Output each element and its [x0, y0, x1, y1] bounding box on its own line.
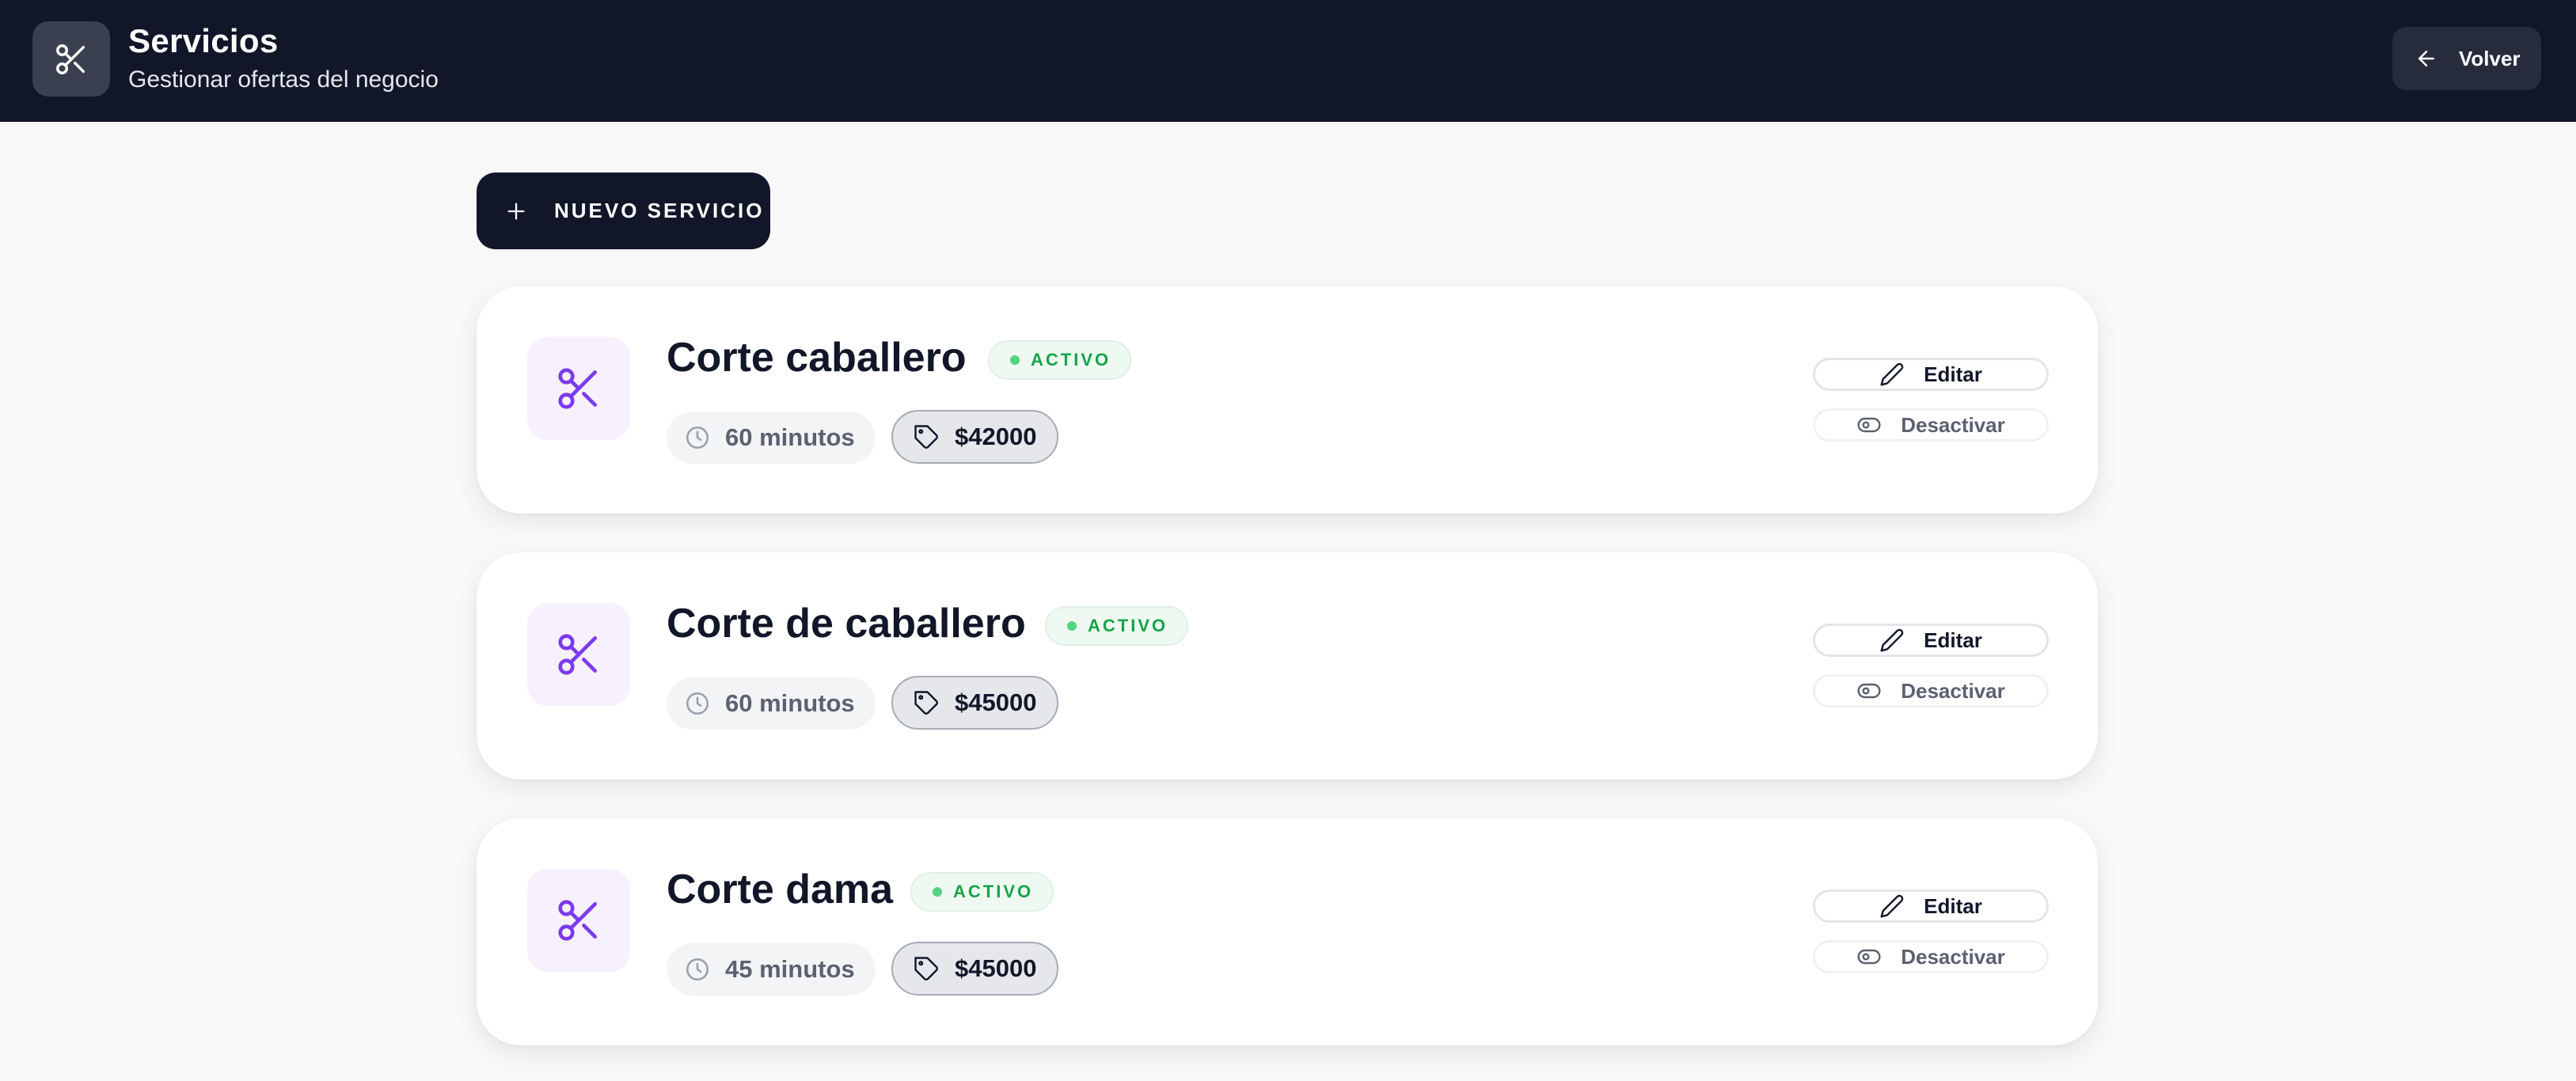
tag-icon: [914, 425, 938, 449]
tag-icon: [914, 957, 938, 980]
edit-button[interactable]: Editar: [1813, 889, 2049, 923]
deactivate-button[interactable]: Desactivar: [1813, 408, 2049, 442]
back-button-label: Volver: [2459, 46, 2521, 70]
page-subtitle: Gestionar ofertas del negocio: [128, 66, 439, 93]
arrow-left-icon: [2418, 51, 2434, 66]
edit-button[interactable]: Editar: [1813, 358, 2049, 391]
clock-icon: [686, 426, 709, 449]
eye-icon: [1857, 683, 1881, 699]
status-label: ACTIVO: [1088, 616, 1168, 635]
duration-value: 45 minutos: [725, 955, 855, 983]
status-dot: [1010, 355, 1020, 365]
deactivate-label: Desactivar: [1901, 944, 2005, 969]
pencil-icon: [1880, 628, 1904, 652]
edit-label: Editar: [1924, 628, 1982, 652]
service-card: Corte dama ACTIVO 45 minutos $45000 Edit…: [477, 818, 2098, 1045]
status-label: ACTIVO: [953, 882, 1034, 901]
edit-button[interactable]: Editar: [1813, 624, 2049, 657]
new-service-button[interactable]: NUEVO SERVICIO: [477, 173, 770, 249]
status-badge: ACTIVO: [910, 872, 1054, 912]
duration-value: 60 minutos: [725, 423, 855, 451]
eye-icon: [1857, 417, 1881, 433]
edit-label: Editar: [1924, 893, 1982, 918]
deactivate-label: Desactivar: [1901, 412, 2005, 437]
deactivate-button[interactable]: Desactivar: [1813, 674, 2049, 707]
status-badge: ACTIVO: [988, 340, 1132, 380]
deactivate-label: Desactivar: [1901, 678, 2005, 703]
service-name: Corte dama: [667, 867, 894, 912]
pencil-icon: [1880, 894, 1904, 918]
clock-icon: [686, 958, 709, 981]
tag-icon: [914, 691, 938, 715]
duration-value: 60 minutos: [725, 689, 855, 717]
service-card: Corte de caballero ACTIVO 60 minutos $45…: [477, 552, 2098, 779]
price-chip: $42000: [891, 410, 1059, 464]
page-title: Servicios: [128, 22, 279, 59]
scissors-icon: [527, 337, 630, 440]
status-label: ACTIVO: [1031, 350, 1111, 370]
top-bar: Servicios Gestionar ofertas del negocio …: [0, 0, 2576, 122]
price-chip: $45000: [891, 676, 1059, 730]
price-chip: $45000: [891, 942, 1059, 996]
edit-label: Editar: [1924, 362, 1982, 386]
plus-icon: [507, 203, 525, 219]
service-name: Corte de caballero: [667, 601, 1026, 647]
scissors-icon: [527, 603, 630, 706]
new-service-label: NUEVO SERVICIO: [554, 199, 765, 222]
service-name: Corte caballero: [667, 335, 967, 381]
back-button[interactable]: Volver: [2392, 27, 2541, 90]
app-scissors-icon: [32, 21, 110, 97]
duration-chip: 45 minutos: [667, 943, 876, 996]
status-dot: [933, 887, 942, 897]
status-badge: ACTIVO: [1045, 606, 1189, 646]
deactivate-button[interactable]: Desactivar: [1813, 940, 2049, 973]
price-value: $42000: [955, 423, 1037, 450]
clock-icon: [686, 692, 709, 715]
service-card: Corte caballero ACTIVO 60 minutos $42000…: [477, 286, 2098, 514]
pencil-icon: [1880, 362, 1904, 386]
price-value: $45000: [955, 954, 1037, 982]
status-dot: [1067, 621, 1077, 631]
duration-chip: 60 minutos: [667, 412, 876, 464]
eye-icon: [1857, 949, 1881, 965]
scissors-icon: [527, 869, 630, 972]
duration-chip: 60 minutos: [667, 677, 876, 730]
price-value: $45000: [955, 688, 1037, 716]
